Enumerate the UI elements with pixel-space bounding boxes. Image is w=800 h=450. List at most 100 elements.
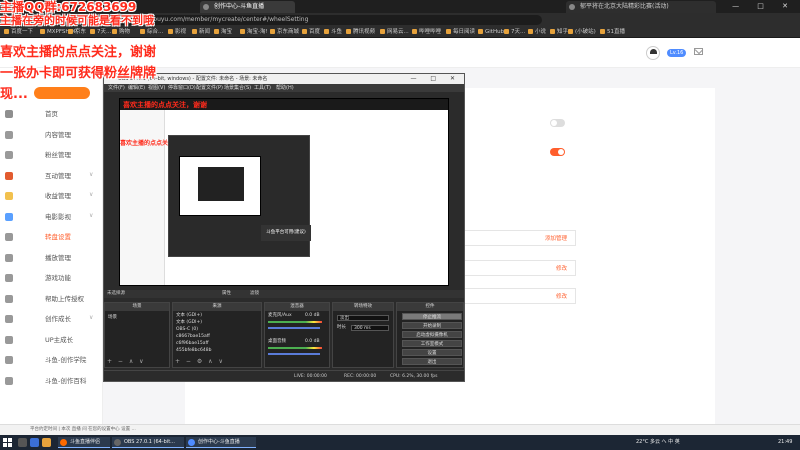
sidebar-item[interactable]: 首页 xyxy=(0,106,103,122)
browser-search-tab[interactable]: 郁平将在北京大陆精彩比赛(活动) xyxy=(566,1,716,13)
option-row-edit-2[interactable]: 修改 xyxy=(448,288,576,304)
bookmark-item[interactable]: 淘宝-淘! xyxy=(240,28,268,37)
filters-button[interactable]: 滤镜 xyxy=(250,290,259,298)
sidebar-item-icon xyxy=(5,130,13,139)
browser-app-icon xyxy=(188,439,195,446)
transition-select[interactable]: 淡出 xyxy=(337,315,389,321)
sidebar-item[interactable]: 收益管理 ∨ xyxy=(0,188,103,204)
obs-menu-item[interactable]: 帮助(H) xyxy=(276,84,294,92)
nested-sidebar: 喜欢主播的点点关注，谢谢 张办卡即可获得粉丝牌牌 xyxy=(120,110,260,285)
toggle-switch-on[interactable] xyxy=(550,148,565,156)
bookmark-item[interactable]: 腾讯视频 xyxy=(346,28,375,37)
scenes-dock-buttons[interactable]: + − ∧ ∨ xyxy=(107,359,146,365)
notification-bar: 平台约定时间 | 本次 直播 间 在您的设置中心 设置 ... xyxy=(0,424,800,435)
obs-menu-item[interactable]: 场景集合(S) xyxy=(224,84,251,92)
overlay-line-2: 一张办卡即可获得粉丝牌牌 xyxy=(0,66,157,81)
scene-item[interactable]: 场景 xyxy=(108,315,117,321)
bookmark-item[interactable]: 每日阅读 xyxy=(446,28,475,37)
duration-input[interactable]: 300 ms xyxy=(351,325,389,331)
sources-dock: 来源 文本 (GDI+) 文本 (GDI+) OBS-C (0) c8667ba… xyxy=(172,302,262,368)
option-row-add[interactable]: 添加管理 xyxy=(448,230,576,246)
obs-menu-item[interactable]: 配置文件(P) xyxy=(196,84,223,92)
user-avatar[interactable] xyxy=(646,46,660,60)
sidebar-item[interactable]: UP主成长 xyxy=(0,332,103,348)
bookmark-item[interactable]: (小破站) xyxy=(568,28,596,37)
start-recording-button[interactable]: 开始录制 xyxy=(402,322,462,329)
sidebar-item[interactable]: 播放管理 xyxy=(0,250,103,266)
bookmark-item[interactable]: 知乎 xyxy=(550,28,568,37)
bookmark-item[interactable]: 京东商城 xyxy=(270,28,299,37)
properties-button[interactable]: 属性 xyxy=(222,290,231,298)
source-item[interactable]: OBS-C (0) xyxy=(176,327,198,333)
task-view-icon[interactable] xyxy=(30,438,39,447)
bookmark-item[interactable]: GitHub xyxy=(478,28,504,37)
mail-icon[interactable] xyxy=(694,48,703,55)
bookmark-item[interactable]: 百度一下 xyxy=(4,28,33,37)
system-tray[interactable]: 22°C 多云 へ 中 英 xyxy=(636,435,680,450)
mic-volume-slider[interactable] xyxy=(268,327,320,329)
taskbar-app-obs[interactable]: OBS 27.0.1 (64-bit... xyxy=(112,437,184,448)
bookmark-item[interactable]: 影视 xyxy=(168,28,186,37)
scenes-dock-title: 场景 xyxy=(105,303,169,311)
clock[interactable]: 21:49 xyxy=(778,435,792,450)
bookmark-item[interactable]: 斗鱼 xyxy=(324,28,342,37)
sidebar-item[interactable]: 斗鱼-创作学院 xyxy=(0,352,103,368)
settings-button[interactable]: 设置 xyxy=(402,349,462,356)
source-item[interactable]: 455bfe8bc648b xyxy=(176,348,211,354)
browser-window-controls[interactable]: — □ ✕ xyxy=(732,2,796,10)
file-explorer-icon[interactable] xyxy=(42,438,51,447)
sidebar-item[interactable]: 粉丝管理 xyxy=(0,147,103,163)
taskbar-app-douyu[interactable]: 斗鱼直播伴侣 xyxy=(58,437,110,448)
start-button-icon[interactable] xyxy=(3,438,12,447)
sources-dock-buttons[interactable]: + − ⚙ ∧ ∨ xyxy=(175,359,225,365)
source-item[interactable]: 文本 (GDI+) xyxy=(176,320,202,326)
sidebar-item[interactable]: 内容管理 xyxy=(0,127,103,143)
bookmark-item[interactable]: 购物 xyxy=(112,28,130,37)
sidebar-item[interactable]: 创作成长 ∨ xyxy=(0,311,103,327)
bookmark-item[interactable]: 淘宝 xyxy=(214,28,232,37)
bookmark-item[interactable]: 7天... xyxy=(90,28,111,37)
bookmark-item[interactable]: 51直播 xyxy=(600,28,625,37)
source-item[interactable]: 文本 (GDI+) xyxy=(176,313,202,319)
bookmark-item[interactable]: 京东 xyxy=(68,28,86,37)
obs-menu-item[interactable]: 工具(T) xyxy=(254,84,271,92)
obs-window: OBS 27.0.1 (64-bit, windows) - 配置文件: 未命名… xyxy=(103,73,465,382)
studio-mode-button[interactable]: 工作室模式 xyxy=(402,340,462,347)
overlay-line-1: 喜欢主播的点点关注，谢谢 xyxy=(0,45,157,60)
source-item[interactable]: c6f96bae15aff xyxy=(176,341,209,347)
obs-window-controls[interactable]: — □ ✕ xyxy=(410,74,461,84)
obs-menu-item[interactable]: 停靠窗口(D) xyxy=(168,84,196,92)
search-icon[interactable] xyxy=(18,438,27,447)
bookmark-item[interactable]: 新闻 xyxy=(192,28,210,37)
obs-preview[interactable]: 喜欢主播的点点关注，谢谢 喜欢主播的点点关注，谢谢 张办卡即可获得粉丝牌牌 斗鱼… xyxy=(119,98,449,286)
stop-streaming-button[interactable]: 停止推流 xyxy=(402,313,462,320)
orange-chip xyxy=(34,87,90,99)
desktop-volume-slider[interactable] xyxy=(268,353,320,355)
sidebar-item[interactable]: 转盘设置 xyxy=(0,229,103,245)
taskbar-app-browser[interactable]: 创作中心-斗鱼直播 xyxy=(186,437,256,448)
sidebar-item[interactable]: 帮助上传授权 xyxy=(0,291,103,307)
obs-status-bar: LIVE: 00:00:00 REC: 00:00:00 CPU: 6.2%, … xyxy=(104,370,464,381)
nested-tooltip: 斗鱼平台可用(建议) xyxy=(261,225,311,241)
option-row-edit[interactable]: 修改 xyxy=(448,260,576,276)
bookmark-item[interactable]: 哔哩哔哩 xyxy=(412,28,441,37)
sidebar-item-icon xyxy=(5,212,13,221)
source-item[interactable]: c8667bae15aff xyxy=(176,334,210,340)
sidebar-item[interactable]: 电影影视 ∨ xyxy=(0,209,103,225)
toggle-switch-off[interactable] xyxy=(550,119,565,127)
sidebar-item[interactable]: 斗鱼-创作百科 xyxy=(0,373,103,389)
browser-tab-active[interactable]: 创作中心-斗鱼直播 xyxy=(200,1,295,13)
bookmark-item[interactable]: 综合... xyxy=(140,28,163,37)
bookmark-item[interactable]: 百度 xyxy=(302,28,320,37)
virtual-camera-button[interactable]: 启动虚拟摄像机 xyxy=(402,331,462,338)
sidebar-item[interactable]: 游戏功能 xyxy=(0,270,103,286)
transitions-dock: 转场特效 淡出 时长 300 ms xyxy=(332,302,394,368)
sidebar-item-label: 创作成长 xyxy=(45,315,71,323)
no-source-selected-label: 未选择源 xyxy=(107,291,125,296)
exit-button[interactable]: 退出 xyxy=(402,358,462,365)
sidebar-item[interactable]: 互动管理 ∨ xyxy=(0,168,103,184)
bookmark-item[interactable]: 网易云... xyxy=(380,28,409,37)
bookmark-item[interactable]: 7天... xyxy=(504,28,525,37)
bookmark-item[interactable]: 小说 xyxy=(528,28,546,37)
overlay-qq-text: 主播QQ群:672683699 xyxy=(0,0,137,14)
